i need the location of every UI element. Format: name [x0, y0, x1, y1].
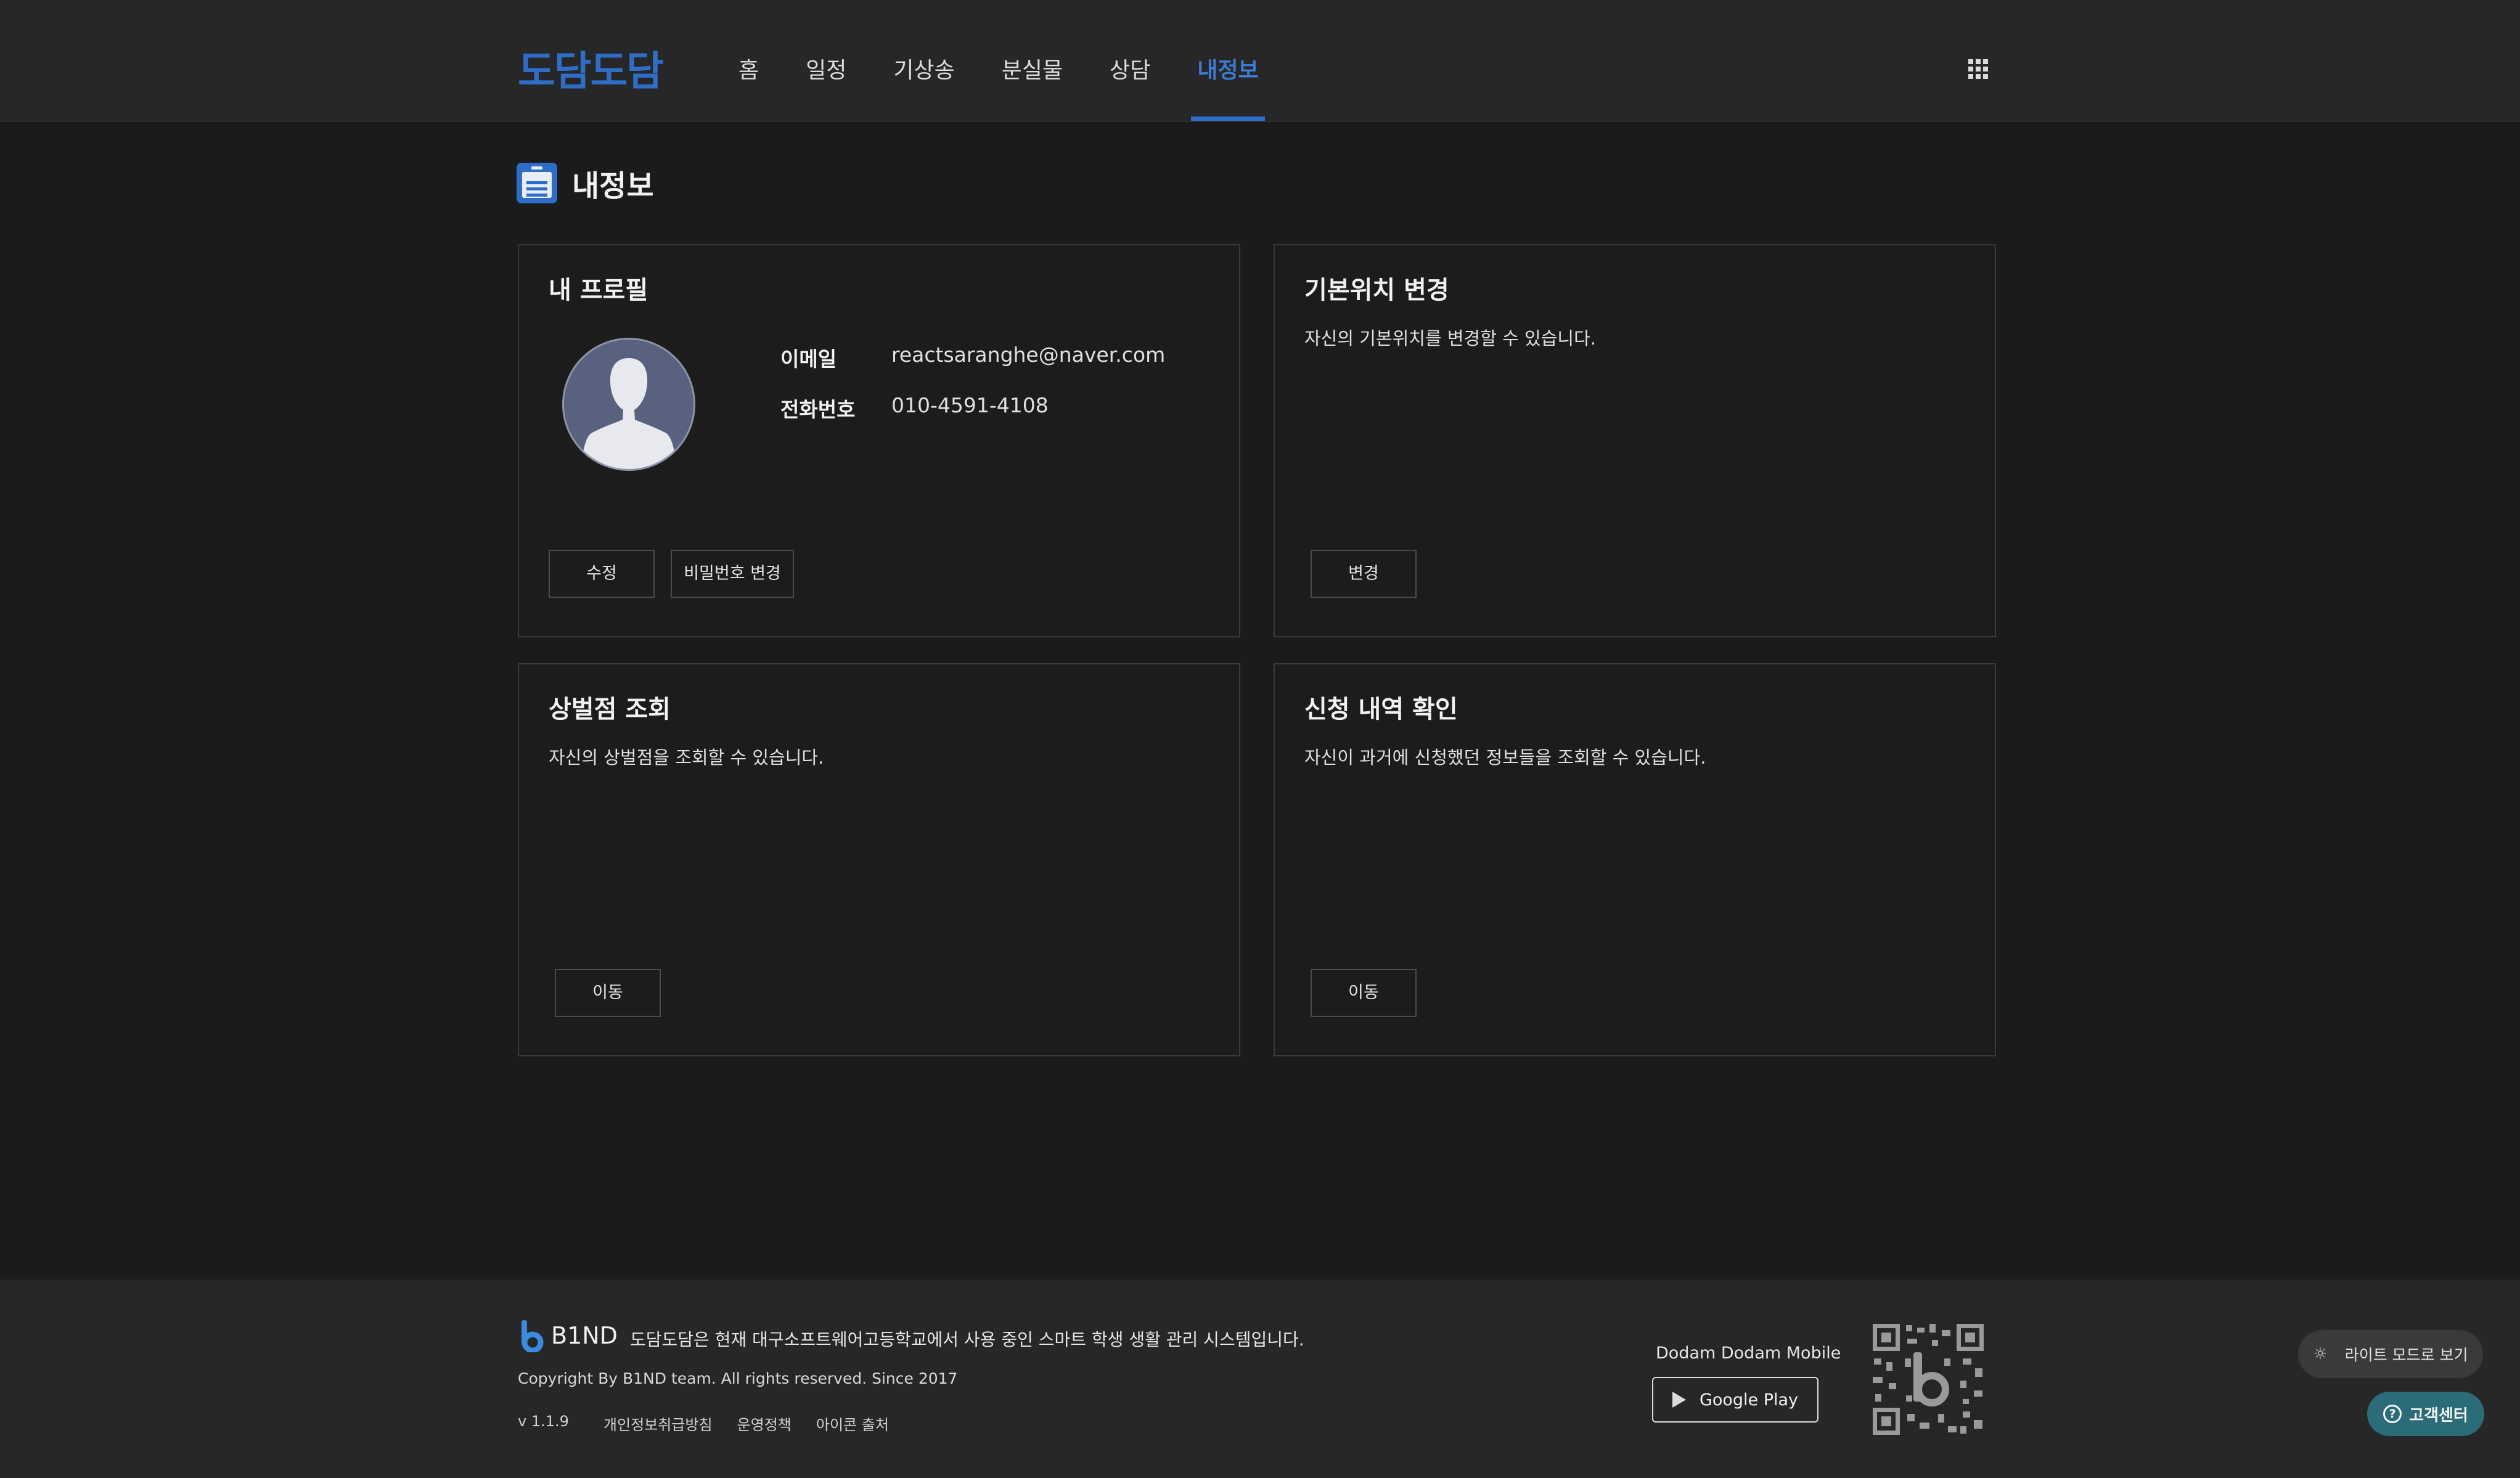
history-card: 신청 내역 확인 자신이 과거에 신청했던 정보들을 조회할 수 있습니다. 이… — [1274, 663, 1996, 1056]
google-play-button[interactable]: Google Play — [1652, 1377, 1818, 1423]
mobile-label: Dodam Dodam Mobile — [1656, 1344, 1841, 1363]
privacy-policy-link[interactable]: 개인정보취급방침 — [603, 1413, 713, 1434]
edit-profile-button[interactable]: 수정 — [549, 550, 655, 598]
points-card: 상벌점 조회 자신의 상벌점을 조회할 수 있습니다. 이동 — [518, 663, 1240, 1056]
customer-center-label: 고객센터 — [2409, 1406, 2468, 1425]
qr-code-icon — [1870, 1321, 1986, 1437]
history-card-desc: 자신이 과거에 신청했던 정보들을 조회할 수 있습니다. — [1304, 747, 1706, 768]
nav-item-lost-found[interactable]: 분실물 — [978, 0, 1086, 121]
b1nd-text: B1ND — [551, 1322, 618, 1349]
light-mode-label: 라이트 모드로 보기 — [2344, 1346, 2468, 1364]
question-circle-icon: ? — [2383, 1405, 2402, 1423]
phone-label: 전화번호 — [780, 398, 856, 422]
play-store-icon — [1672, 1392, 1686, 1408]
page-title-text: 내정보 — [572, 169, 654, 203]
phone-value: 010-4591-4108 — [891, 393, 1049, 417]
b1nd-logo-icon — [519, 1319, 544, 1353]
points-card-title: 상벌점 조회 — [549, 695, 671, 724]
email-value: reactsaranghe@naver.com — [891, 343, 1166, 367]
change-password-button[interactable]: 비밀번호 변경 — [671, 550, 794, 598]
google-play-label: Google Play — [1699, 1390, 1799, 1410]
main-nav: 홈 일정 기상송 분실물 상담 내정보 — [715, 0, 1282, 121]
top-header: 도담도담 홈 일정 기상송 분실물 상담 내정보 — [0, 0, 2520, 122]
email-label: 이메일 — [780, 347, 837, 371]
location-card-desc: 자신의 기본위치를 변경할 수 있습니다. — [1304, 328, 1596, 349]
location-card: 기본위치 변경 자신의 기본위치를 변경할 수 있습니다. 변경 — [1274, 244, 1996, 637]
phone-row: 전화번호 010-4591-4108 — [780, 393, 1049, 423]
change-location-button[interactable]: 변경 — [1311, 550, 1417, 598]
history-go-button[interactable]: 이동 — [1311, 969, 1417, 1017]
email-row: 이메일 reactsaranghe@naver.com — [780, 343, 1165, 372]
footer-links: v 1.1.9 개인정보취급방침 운영정책 아이콘 출처 — [518, 1413, 914, 1434]
sun-icon: ☼ — [2313, 1345, 2328, 1363]
nav-item-schedule[interactable]: 일정 — [782, 0, 870, 121]
nav-item-wakeup-song[interactable]: 기상송 — [870, 0, 978, 121]
nav-item-home[interactable]: 홈 — [715, 0, 782, 121]
profile-card: 내 프로필 이메일 reactsaranghe@naver.com 전화번호 0… — [518, 244, 1240, 637]
nav-item-counseling[interactable]: 상담 — [1086, 0, 1174, 121]
id-card-icon — [517, 163, 557, 203]
user-avatar-icon — [562, 338, 695, 471]
logo[interactable]: 도담도담 — [518, 38, 664, 97]
copyright: Copyright By B1ND team. All rights reser… — [518, 1370, 958, 1387]
version-text: v 1.1.9 — [518, 1413, 569, 1430]
customer-center-button[interactable]: ? 고객센터 — [2367, 1392, 2484, 1436]
light-mode-button[interactable]: ☼ 라이트 모드로 보기 — [2298, 1330, 2483, 1378]
b1nd-brand: B1ND — [519, 1319, 618, 1353]
points-card-desc: 자신의 상벌점을 조회할 수 있습니다. — [549, 747, 824, 768]
footer: B1ND 도담도담은 현재 대구소프트웨어고등학교에서 사용 중인 스마트 학생… — [0, 1280, 2520, 1478]
location-card-title: 기본위치 변경 — [1304, 276, 1449, 304]
points-go-button[interactable]: 이동 — [555, 969, 661, 1017]
nav-item-my-info[interactable]: 내정보 — [1174, 0, 1282, 121]
icon-source-link[interactable]: 아이콘 출처 — [816, 1413, 889, 1434]
page-title: 내정보 — [517, 161, 653, 205]
apps-grid-icon[interactable] — [1968, 59, 1988, 79]
profile-card-title: 내 프로필 — [549, 276, 648, 304]
history-card-title: 신청 내역 확인 — [1304, 695, 1458, 724]
operation-policy-link[interactable]: 운영정책 — [737, 1413, 792, 1434]
footer-description: 도담도담은 현재 대구소프트웨어고등학교에서 사용 중인 스마트 학생 생활 관… — [630, 1329, 1304, 1350]
